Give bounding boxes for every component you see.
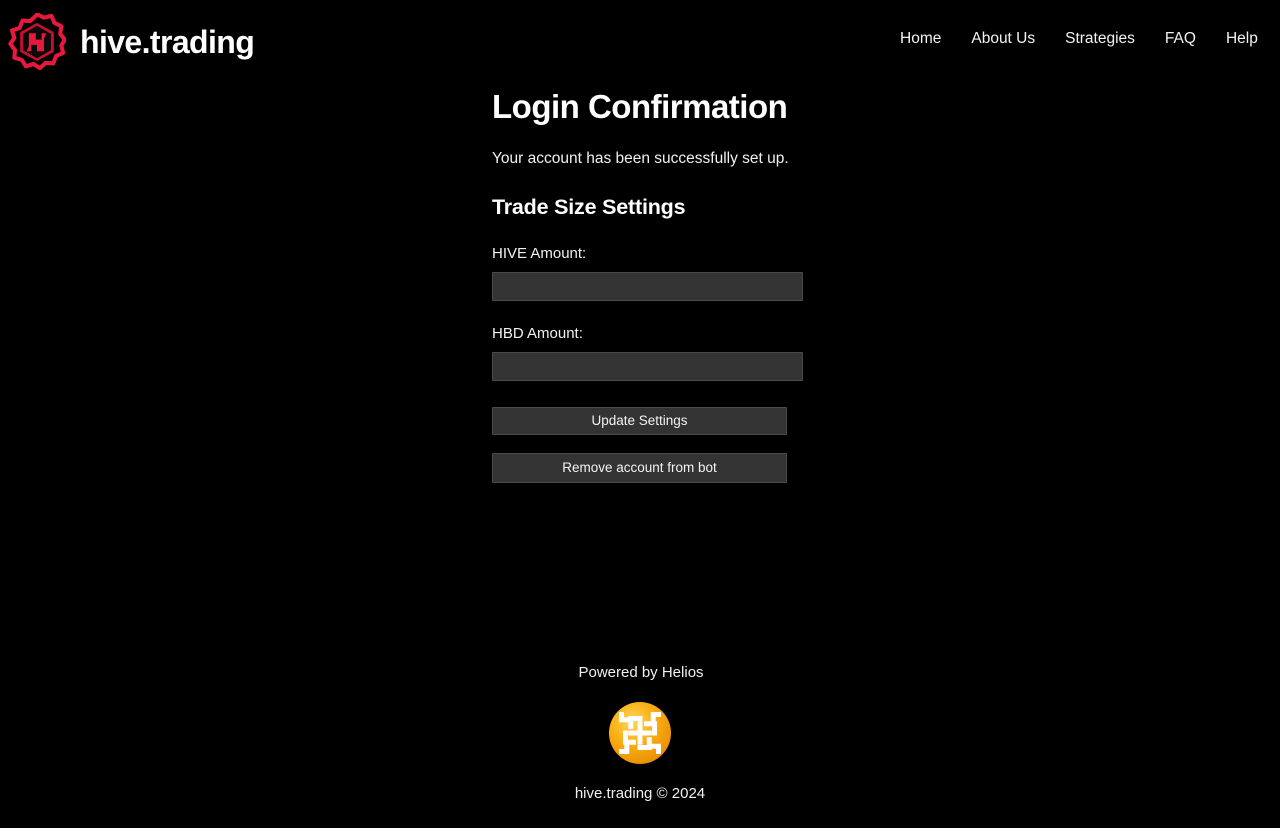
site-header: hive.trading Home About Us Strategies FA…: [0, 0, 1280, 83]
hive-amount-label: HIVE Amount:: [492, 244, 587, 262]
trade-size-settings-heading: Trade Size Settings: [492, 195, 686, 220]
hive-amount-input[interactable]: [492, 271, 803, 301]
helios-sun-logo-icon: [608, 701, 672, 765]
copyright-text: hive.trading © 2024: [574, 785, 706, 802]
nav-item-faq[interactable]: FAQ: [1165, 31, 1196, 47]
confirmation-message: Your account has been successfully set u…: [492, 149, 789, 167]
nav-item-about-us[interactable]: About Us: [971, 31, 1035, 47]
nav-item-strategies[interactable]: Strategies: [1065, 31, 1135, 47]
remove-account-from-bot-button[interactable]: Remove account from bot: [492, 452, 787, 483]
hbd-amount-label: HBD Amount:: [492, 324, 583, 342]
hbd-amount-input[interactable]: [492, 351, 803, 381]
nav-item-home[interactable]: Home: [900, 31, 941, 47]
site-footer: Powered by Helios hive.trading © 2024: [0, 664, 1280, 803]
update-settings-button[interactable]: Update Settings: [492, 406, 787, 435]
hive-hexagon-logo-icon: [8, 12, 66, 70]
main-navigation: Home About Us Strategies FAQ Help: [900, 31, 1258, 47]
powered-by-label: Powered by Helios: [578, 664, 704, 681]
page-title: Login Confirmation: [492, 88, 788, 125]
brand-wordmark: hive.trading: [80, 23, 255, 60]
nav-item-help[interactable]: Help: [1226, 31, 1258, 47]
main-content: Login Confirmation Your account has been…: [492, 88, 812, 483]
brand-logo-link[interactable]: hive.trading: [0, 12, 255, 71]
